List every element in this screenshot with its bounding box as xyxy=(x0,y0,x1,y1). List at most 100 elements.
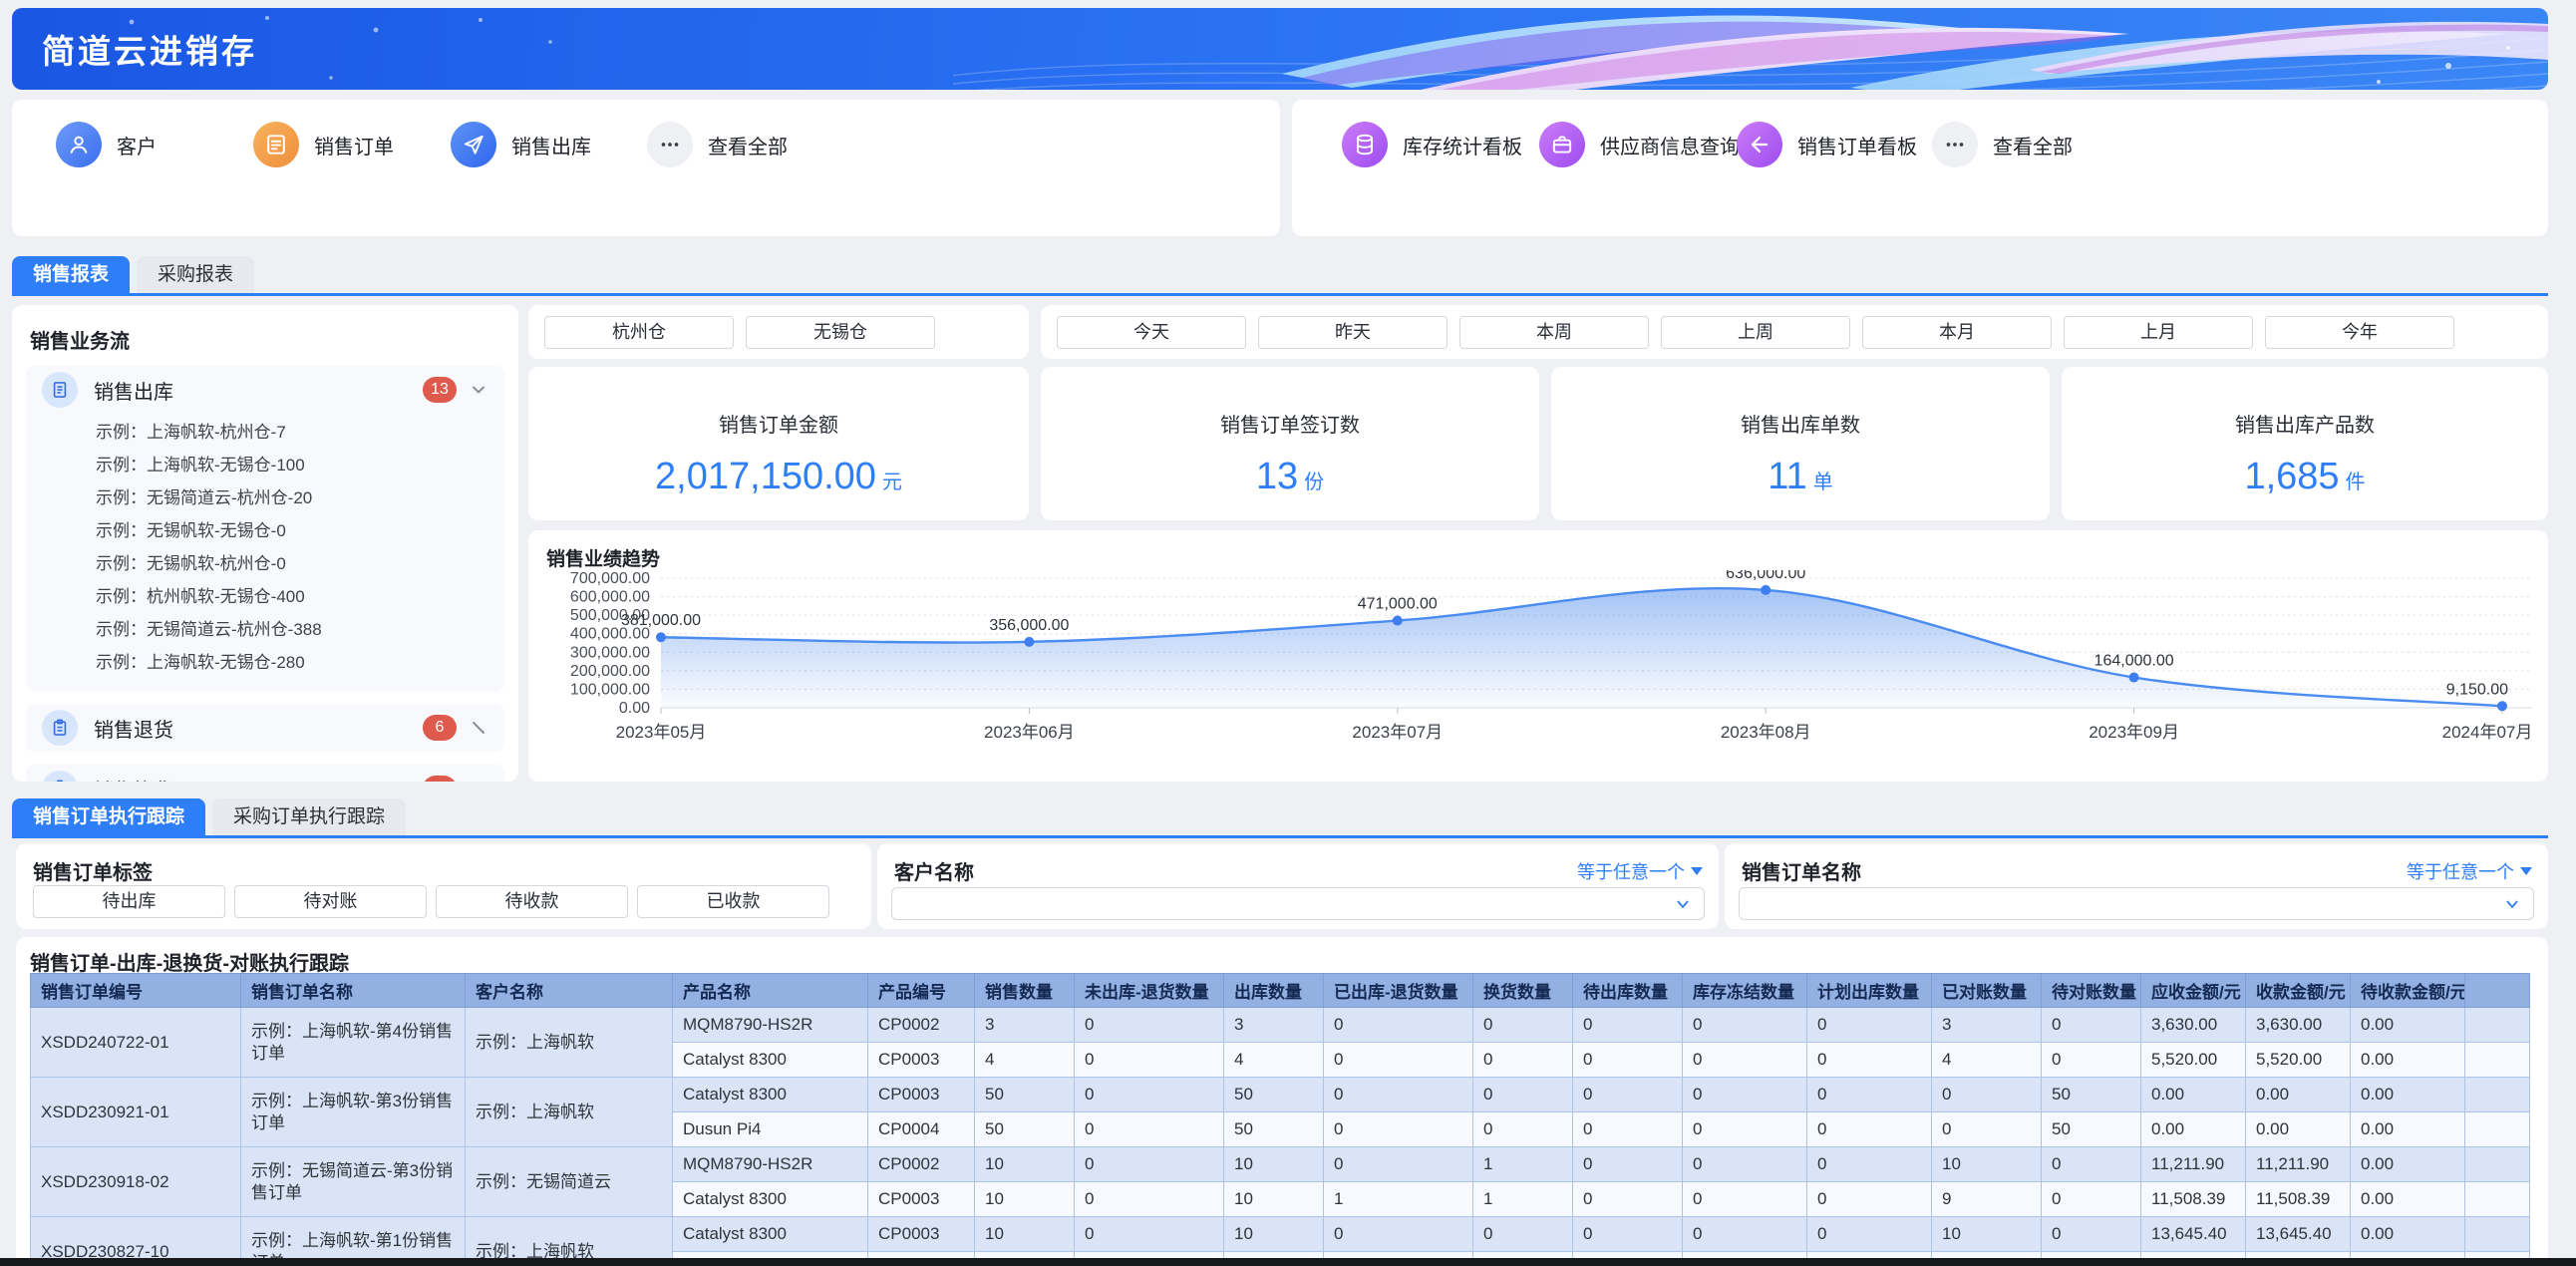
tab-report-1[interactable]: 销售报表 xyxy=(12,256,130,293)
sales-flow-item[interactable]: 示例：上海帆软-杭州仓-7 xyxy=(26,416,504,449)
kpi-value: 1,685件 xyxy=(2062,456,2548,498)
column-header: 已出库-退货数量 xyxy=(1324,974,1473,1008)
data-cell: 3,630.00 xyxy=(2246,1008,2351,1043)
column-header: 计划出库数量 xyxy=(1807,974,1932,1008)
sales-flow-item[interactable]: 示例：无锡帆软-无锡仓-0 xyxy=(26,514,504,547)
data-cell: 0 xyxy=(1075,1043,1224,1078)
svg-text:471,000.00: 471,000.00 xyxy=(1358,596,1438,613)
data-cell: 0 xyxy=(1473,1078,1573,1112)
customer-cell: 示例：无锡简道云 xyxy=(466,1147,673,1217)
quick-link-right-1[interactable]: 库存统计看板 xyxy=(1342,122,1522,167)
svg-text:100,000.00: 100,000.00 xyxy=(570,681,650,698)
data-cell: 0.00 xyxy=(2351,1112,2465,1147)
order-no-cell: XSDD230921-01 xyxy=(31,1078,241,1147)
warehouse-button-1[interactable]: 杭州仓 xyxy=(544,316,734,349)
period-button-6[interactable]: 上月 xyxy=(2064,316,2253,349)
kpi-card-1: 销售订单金额2,017,150.00元 xyxy=(528,367,1029,520)
sales-flow-group-2: 销售退货6 xyxy=(26,704,504,752)
data-cell: 10 xyxy=(975,1182,1075,1217)
order-tag-button-4[interactable]: 已收款 xyxy=(637,885,829,918)
horizontal-scrollbar[interactable] xyxy=(0,1258,2576,1266)
period-button-7[interactable]: 今年 xyxy=(2265,316,2454,349)
sales-flow-group-header-2[interactable]: 销售退货6 xyxy=(26,704,504,752)
sales-flow-item[interactable]: 示例：上海帆软-无锡仓-280 xyxy=(26,646,504,679)
data-cell: CP0004 xyxy=(868,1112,975,1147)
tab-report-2[interactable]: 采购报表 xyxy=(137,256,254,293)
column-header: 销售订单编号 xyxy=(31,974,241,1008)
quick-link-left-4[interactable]: 查看全部 xyxy=(647,122,788,167)
sales-flow-item[interactable]: 示例：无锡简道云-杭州仓-388 xyxy=(26,613,504,646)
order-name-operator-dropdown[interactable]: 等于任意一个 xyxy=(2407,858,2532,884)
svg-text:636,000.00: 636,000.00 xyxy=(1726,570,1805,582)
tracking-table-title: 销售订单-出库-退换货-对账执行跟踪 xyxy=(30,947,349,976)
data-cell: 11,211.90 xyxy=(2246,1147,2351,1182)
doc-lines-icon xyxy=(42,372,78,408)
data-cell: 0 xyxy=(1075,1217,1224,1252)
sales-flow-item[interactable]: 示例：杭州帆软-无锡仓-400 xyxy=(26,580,504,613)
data-cell: 3 xyxy=(975,1008,1075,1043)
customer-cell: 示例：上海帆软 xyxy=(466,1217,673,1263)
period-button-2[interactable]: 昨天 xyxy=(1258,316,1448,349)
supplier-icon xyxy=(1539,122,1585,167)
quick-link-label: 销售订单看板 xyxy=(1797,131,1917,159)
warehouse-button-2[interactable]: 无锡仓 xyxy=(746,316,935,349)
data-cell: 9 xyxy=(1932,1182,2042,1217)
order-name-select[interactable] xyxy=(1739,887,2534,920)
sales-flow-item[interactable]: 示例：无锡帆软-杭州仓-0 xyxy=(26,547,504,580)
quick-link-left-1[interactable]: 客户 xyxy=(56,122,157,167)
quick-link-left-3[interactable]: 销售出库 xyxy=(451,122,591,167)
period-button-4[interactable]: 上周 xyxy=(1661,316,1850,349)
more-icon xyxy=(1932,122,1978,167)
order-tag-button-2[interactable]: 待对账 xyxy=(234,885,427,918)
data-cell: 5,520.00 xyxy=(2141,1043,2246,1078)
svg-text:2023年06月: 2023年06月 xyxy=(984,723,1075,742)
sales-flow-item[interactable]: 示例：无锡简道云-杭州仓-20 xyxy=(26,481,504,514)
count-badge: 13 xyxy=(423,377,457,403)
data-cell: 0 xyxy=(1473,1217,1573,1252)
group-label: 销售换货 xyxy=(94,775,173,783)
data-cell: 0.00 xyxy=(2351,1217,2465,1252)
tab-tracking-2[interactable]: 采购订单执行跟踪 xyxy=(212,798,406,835)
svg-text:2024年07月: 2024年07月 xyxy=(2442,723,2533,742)
order-tag-button-3[interactable]: 待收款 xyxy=(436,885,628,918)
sales-flow-item[interactable]: 示例：上海帆软-无锡仓-100 xyxy=(26,449,504,481)
quick-link-label: 查看全部 xyxy=(1993,131,2073,159)
order-tag-button-1[interactable]: 待出库 xyxy=(33,885,225,918)
period-button-3[interactable]: 本周 xyxy=(1459,316,1649,349)
period-button-5[interactable]: 本月 xyxy=(1862,316,2052,349)
quick-link-right-3[interactable]: 销售订单看板 xyxy=(1737,122,1917,167)
count-badge: 3 xyxy=(423,776,457,782)
data-cell: 1 xyxy=(1324,1182,1473,1217)
data-cell: 0 xyxy=(1932,1078,2042,1112)
period-button-1[interactable]: 今天 xyxy=(1057,316,1246,349)
svg-text:2023年05月: 2023年05月 xyxy=(616,723,707,742)
sales-flow-group-header-3[interactable]: 销售换货 3 xyxy=(26,765,504,782)
quick-link-right-4[interactable]: 查看全部 xyxy=(1932,122,2073,167)
data-cell: 1 xyxy=(1473,1147,1573,1182)
quick-link-label: 销售订单 xyxy=(314,131,394,159)
customer-select[interactable] xyxy=(891,887,1705,920)
sales-flow-group-header-1[interactable]: 销售出库13 xyxy=(26,366,504,414)
data-cell: 0 xyxy=(1324,1078,1473,1112)
data-cell: 0 xyxy=(2042,1008,2141,1043)
data-cell: 0 xyxy=(1573,1008,1683,1043)
group-label: 销售退货 xyxy=(94,714,173,743)
data-cell: 4 xyxy=(1224,1043,1324,1078)
customer-operator-dropdown[interactable]: 等于任意一个 xyxy=(1577,858,1703,884)
quick-link-right-2[interactable]: 供应商信息查询 xyxy=(1539,122,1740,167)
data-cell: 0 xyxy=(1324,1112,1473,1147)
data-cell: 4 xyxy=(1932,1043,2042,1078)
tab-tracking-1[interactable]: 销售订单执行跟踪 xyxy=(12,798,205,835)
data-cell: 0 xyxy=(1807,1078,1932,1112)
quick-link-label: 销售出库 xyxy=(511,131,591,159)
data-cell: 5,520.00 xyxy=(2246,1043,2351,1078)
data-cell: 1 xyxy=(1473,1182,1573,1217)
data-cell: 10 xyxy=(975,1147,1075,1182)
order-tag-label: 销售订单标签 xyxy=(33,856,153,885)
quick-links-right-card: 库存统计看板供应商信息查询 销售订单看板 查看全部 xyxy=(1292,100,2548,236)
data-cell: 0 xyxy=(2042,1043,2141,1078)
quick-link-left-2[interactable]: 销售订单 xyxy=(253,122,394,167)
order-name-cell: 示例：上海帆软-第1份销售订单 xyxy=(241,1217,466,1263)
svg-text:2023年07月: 2023年07月 xyxy=(1352,723,1443,742)
column-header: 换货数量 xyxy=(1473,974,1573,1008)
